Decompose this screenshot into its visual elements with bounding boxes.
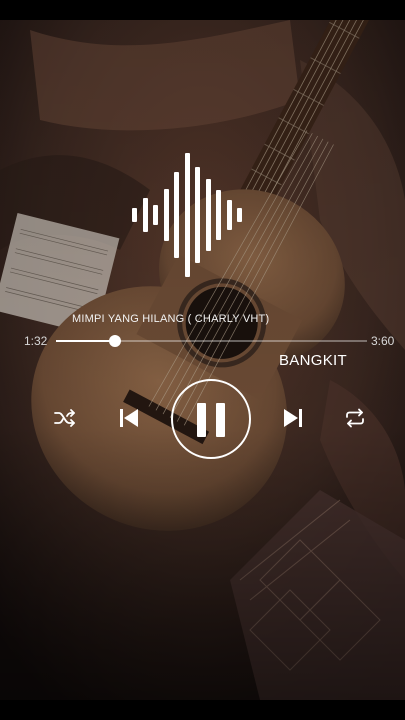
repeat-icon <box>346 408 364 428</box>
waveform-bar <box>237 208 242 222</box>
repeat-button[interactable] <box>342 405 368 431</box>
waveform-bar <box>163 189 169 241</box>
elapsed-time: 1:32 <box>24 334 48 348</box>
waveform-bar <box>216 190 221 240</box>
skip-previous-icon <box>120 409 138 427</box>
artist-name: BANGKIT <box>279 352 347 369</box>
letterbox-bottom <box>0 700 405 720</box>
waveform-bar <box>195 167 200 263</box>
waveform-bar <box>132 208 137 222</box>
pause-icon <box>197 403 206 437</box>
seek-bar-progress <box>56 340 116 342</box>
waveform-bar <box>142 198 148 232</box>
shuffle-button[interactable] <box>52 405 78 431</box>
skip-next-icon <box>284 409 302 427</box>
waveform-bar <box>174 172 179 258</box>
total-duration: 3:60 <box>371 334 395 348</box>
seek-bar-thumb[interactable] <box>109 335 122 347</box>
waveform-bar <box>184 153 190 277</box>
waveform-bar <box>153 205 158 225</box>
next-track-button[interactable] <box>280 405 306 431</box>
seek-bar[interactable] <box>56 335 367 347</box>
pause-icon-bar <box>216 403 225 437</box>
waveform-bar <box>205 179 211 251</box>
audio-waveform-icon <box>132 150 252 280</box>
previous-track-button[interactable] <box>116 405 142 431</box>
shuffle-icon <box>54 409 75 427</box>
waveform-bar <box>226 200 232 230</box>
song-title: MIMPI YANG HILANG ( CHARLY VHT) <box>72 313 270 325</box>
music-player-screen: MIMPI YANG HILANG ( CHARLY VHT) 1:32 3:6… <box>0 0 405 720</box>
letterbox-top <box>0 0 405 20</box>
pause-button[interactable] <box>171 379 251 459</box>
